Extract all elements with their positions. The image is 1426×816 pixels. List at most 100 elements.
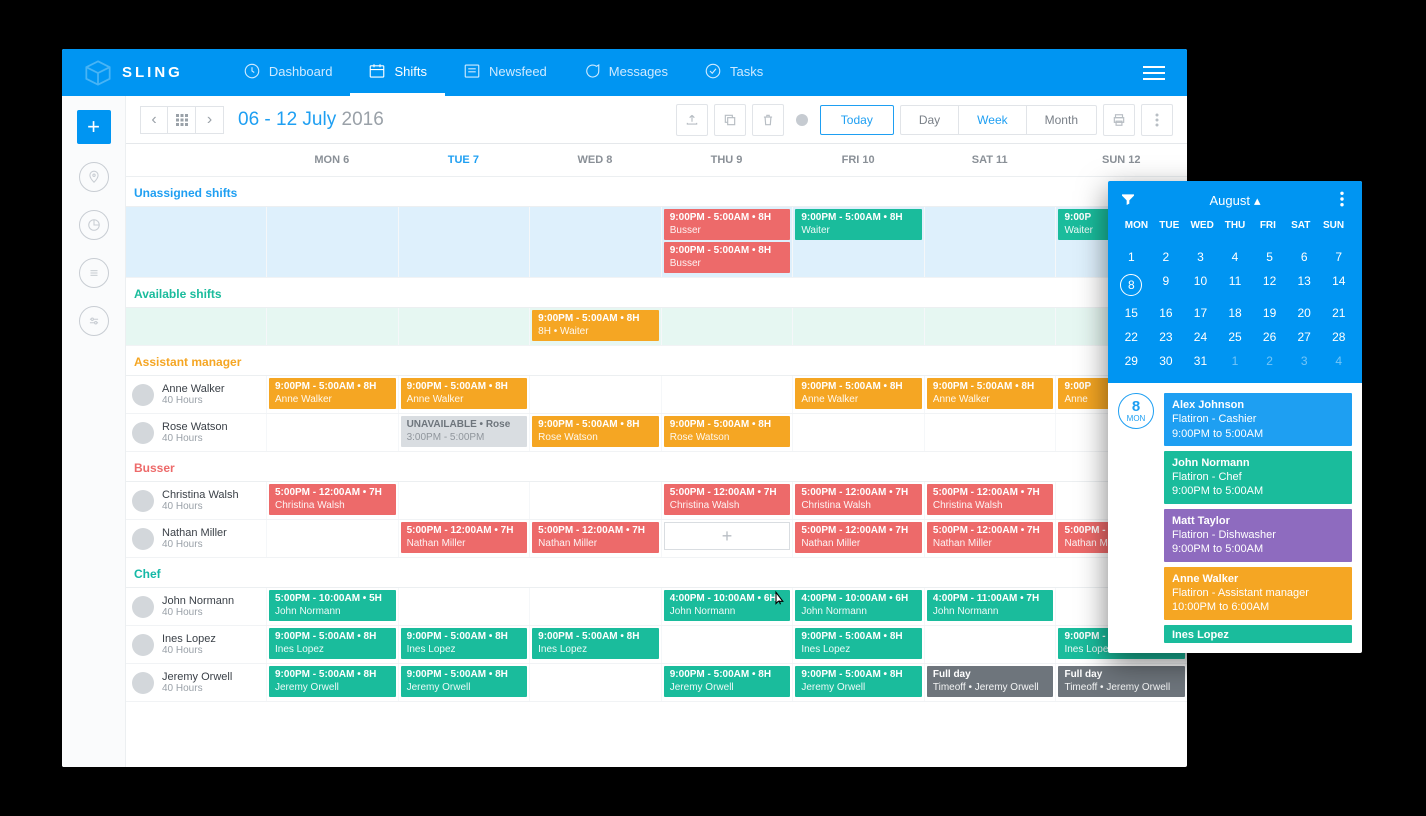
cal-day[interactable]: 4: [1218, 245, 1253, 269]
cal-day[interactable]: 20: [1287, 301, 1322, 325]
schedule-cell[interactable]: 9:00PM - 5:00AM • 8HRose Watson: [529, 414, 661, 451]
schedule-cell[interactable]: [529, 376, 661, 413]
location-icon[interactable]: [79, 162, 109, 192]
schedule-cell[interactable]: 9:00PM - 5:00AM • 8HAnne Walker: [924, 376, 1056, 413]
cal-day[interactable]: 1: [1218, 349, 1253, 373]
shift-block[interactable]: 9:00PM - 5:00AM • 8HJeremy Orwell: [269, 666, 396, 697]
schedule-cell[interactable]: 9:00PM - 5:00AM • 8HRose Watson: [661, 414, 793, 451]
cal-day[interactable]: 7: [1321, 245, 1356, 269]
shift-block[interactable]: 9:00PM - 5:00AM • 8HJeremy Orwell: [401, 666, 528, 697]
schedule-cell[interactable]: [661, 626, 793, 663]
trash-icon[interactable]: [752, 104, 784, 136]
export-icon[interactable]: [676, 104, 708, 136]
cal-day[interactable]: 22: [1114, 325, 1149, 349]
cal-day[interactable]: 27: [1287, 325, 1322, 349]
list-icon[interactable]: [79, 258, 109, 288]
schedule-cell[interactable]: [661, 376, 793, 413]
cal-day[interactable]: 3: [1287, 349, 1322, 373]
shift-block[interactable]: 5:00PM - 12:00AM • 7HChristina Walsh: [795, 484, 922, 515]
schedule-cell[interactable]: 9:00PM - 5:00AM • 8HAnne Walker: [792, 376, 924, 413]
schedule-cell[interactable]: 5:00PM - 12:00AM • 7HChristina Walsh: [924, 482, 1056, 519]
shift-block[interactable]: 9:00PM - 5:00AM • 8HInes Lopez: [269, 628, 396, 659]
schedule-cell[interactable]: [266, 414, 398, 451]
cal-day[interactable]: 8: [1114, 269, 1149, 301]
viewmode-month[interactable]: Month: [1026, 106, 1096, 134]
cal-day[interactable]: 2: [1149, 245, 1184, 269]
schedule-cell[interactable]: 9:00PM - 5:00AM • 8HJeremy Orwell: [398, 664, 530, 701]
schedule-cell[interactable]: [398, 588, 530, 625]
cal-month-selector[interactable]: August ▴: [1209, 193, 1260, 209]
schedule-cell[interactable]: 9:00PM - 5:00AM • 8HJeremy Orwell: [661, 664, 793, 701]
cal-more-icon[interactable]: [1334, 191, 1350, 210]
schedule-cell[interactable]: 9:00PM - 5:00AM • 8HInes Lopez: [266, 626, 398, 663]
schedule-cell[interactable]: [924, 414, 1056, 451]
cal-day[interactable]: 30: [1149, 349, 1184, 373]
cal-day[interactable]: 12: [1252, 269, 1287, 301]
shift-block[interactable]: 9:00PM - 5:00AM • 8HRose Watson: [664, 416, 791, 447]
nav-dashboard[interactable]: Dashboard: [225, 49, 351, 96]
shift-block[interactable]: 9:00PM - 5:00AM • 8HWaiter: [795, 209, 922, 240]
shift-block[interactable]: 9:00PM - 5:00AM • 8HAnne Walker: [269, 378, 396, 409]
next-button[interactable]: ›: [196, 106, 224, 134]
cal-day[interactable]: 3: [1183, 245, 1218, 269]
shift-block[interactable]: Full dayTimeoff • Jeremy Orwell: [1058, 666, 1185, 697]
settings-icon[interactable]: [79, 306, 109, 336]
shift-block[interactable]: 9:00PM - 5:00AM • 8HRose Watson: [532, 416, 659, 447]
cal-day[interactable]: 9: [1149, 269, 1184, 301]
schedule-cell[interactable]: 9:00PM - 5:00AM • 8HInes Lopez: [398, 626, 530, 663]
cal-day[interactable]: 28: [1321, 325, 1356, 349]
cal-day[interactable]: 29: [1114, 349, 1149, 373]
schedule-cell[interactable]: 9:00PM - 5:00AM • 8HJeremy Orwell: [266, 664, 398, 701]
schedule-cell[interactable]: Full dayTimeoff • Jeremy Orwell: [924, 664, 1056, 701]
schedule-cell[interactable]: +: [661, 520, 793, 557]
add-shift-button[interactable]: +: [664, 522, 791, 550]
schedule-cell[interactable]: 9:00PM - 5:00AM • 8HJeremy Orwell: [792, 664, 924, 701]
print-icon[interactable]: [1103, 104, 1135, 136]
shift-block[interactable]: 5:00PM - 12:00AM • 7HChristina Walsh: [664, 484, 791, 515]
cal-day[interactable]: 1: [1114, 245, 1149, 269]
shift-block[interactable]: 4:00PM - 10:00AM • 6HJohn Normann: [795, 590, 922, 621]
shift-block[interactable]: UNAVAILABLE • Rose3:00PM - 5:00PM: [401, 416, 528, 447]
copy-icon[interactable]: [714, 104, 746, 136]
schedule-cell[interactable]: Full dayTimeoff • Jeremy Orwell: [1055, 664, 1187, 701]
cal-event[interactable]: Matt TaylorFlatiron - Dishwasher9:00PM t…: [1164, 509, 1352, 562]
cal-day[interactable]: 16: [1149, 301, 1184, 325]
grid-view-icon[interactable]: [168, 106, 196, 134]
shift-block[interactable]: 9:00PM - 5:00AM • 8HBusser: [664, 209, 791, 240]
cal-day[interactable]: 19: [1252, 301, 1287, 325]
schedule-cell[interactable]: 5:00PM - 10:00AM • 5HJohn Normann: [266, 588, 398, 625]
schedule-cell[interactable]: 5:00PM - 12:00AM • 7HNathan Miller: [398, 520, 530, 557]
schedule-cell[interactable]: [398, 482, 530, 519]
cal-day[interactable]: 18: [1218, 301, 1253, 325]
schedule-cell[interactable]: [792, 414, 924, 451]
shift-block[interactable]: 4:00PM - 10:00AM • 6HJohn Normann: [664, 590, 791, 621]
shift-block[interactable]: 5:00PM - 12:00AM • 7HChristina Walsh: [927, 484, 1054, 515]
shift-block[interactable]: 9:00PM - 5:00AM • 8H8H • Waiter: [532, 310, 659, 341]
shift-block[interactable]: 9:00PM - 5:00AM • 8HInes Lopez: [532, 628, 659, 659]
cal-day[interactable]: 5: [1252, 245, 1287, 269]
day-header[interactable]: MON 6: [266, 144, 398, 176]
cal-day[interactable]: 25: [1218, 325, 1253, 349]
shift-block[interactable]: 9:00PM - 5:00AM • 8HInes Lopez: [795, 628, 922, 659]
viewmode-week[interactable]: Week: [958, 106, 1025, 134]
schedule-cell[interactable]: 5:00PM - 12:00AM • 7HNathan Miller: [529, 520, 661, 557]
schedule-cell[interactable]: 5:00PM - 12:00AM • 7HChristina Walsh: [266, 482, 398, 519]
piechart-icon[interactable]: [79, 210, 109, 240]
schedule-cell[interactable]: 4:00PM - 10:00AM • 6HJohn Normann: [792, 588, 924, 625]
schedule-cell[interactable]: 9:00PM - 5:00AM • 8HAnne Walker: [266, 376, 398, 413]
schedule-cell[interactable]: 9:00PM - 5:00AM • 8HInes Lopez: [529, 626, 661, 663]
schedule-cell[interactable]: 9:00PM - 5:00AM • 8HInes Lopez: [792, 626, 924, 663]
schedule-cell[interactable]: 5:00PM - 12:00AM • 7HChristina Walsh: [661, 482, 793, 519]
shift-block[interactable]: 5:00PM - 12:00AM • 7HNathan Miller: [401, 522, 528, 553]
filter-icon[interactable]: [1120, 191, 1136, 210]
cal-day[interactable]: 17: [1183, 301, 1218, 325]
shift-block[interactable]: 9:00PM - 5:00AM • 8HJeremy Orwell: [664, 666, 791, 697]
schedule-cell[interactable]: 4:00PM - 10:00AM • 6HJohn Normann: [661, 588, 793, 625]
cal-day[interactable]: 26: [1252, 325, 1287, 349]
cal-day[interactable]: 14: [1321, 269, 1356, 301]
cal-day[interactable]: 6: [1287, 245, 1322, 269]
cal-day[interactable]: 24: [1183, 325, 1218, 349]
day-header[interactable]: SUN 12: [1055, 144, 1187, 176]
menu-icon[interactable]: [1143, 62, 1165, 84]
shift-block[interactable]: 9:00PM - 5:00AM • 8HJeremy Orwell: [795, 666, 922, 697]
